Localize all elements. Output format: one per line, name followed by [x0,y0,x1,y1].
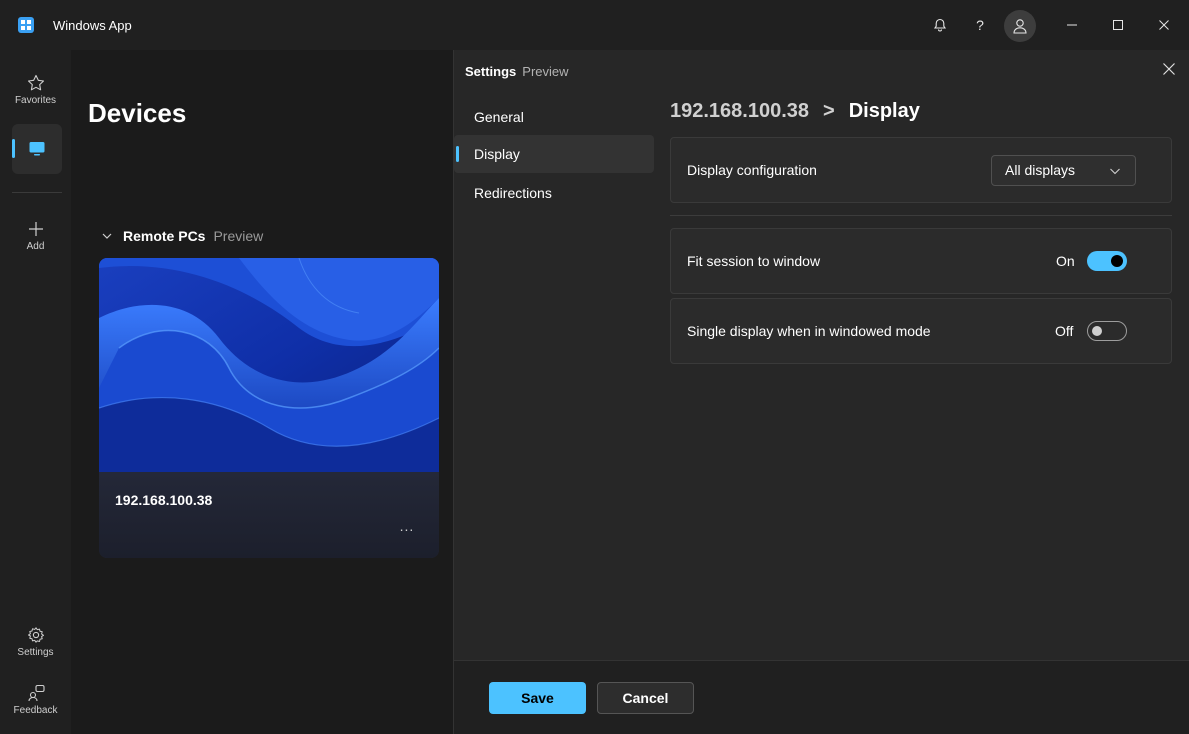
breadcrumb-parent[interactable]: 192.168.100.38 [670,100,809,123]
app-title: Windows App [53,18,132,33]
fit-session-state: On [1056,253,1075,269]
settings-panel: Settings Preview General Display Redirect… [453,50,1189,734]
close-icon [1159,20,1169,30]
minimize-button[interactable] [1049,10,1095,40]
maximize-button[interactable] [1095,10,1141,40]
settings-title: Settings [465,64,517,79]
settings-footer: Save Cancel [454,660,1189,734]
rail-item-add[interactable]: Add [0,220,71,252]
rail-label-feedback: Feedback [13,705,58,716]
rail-item-devices[interactable] [12,124,62,174]
close-settings-button[interactable] [1162,62,1180,80]
fit-session-row: Fit session to window On [670,228,1172,294]
preview-badge: Preview [213,228,264,244]
display-configuration-label: Display configuration [687,162,817,178]
single-display-label: Single display when in windowed mode [687,323,931,339]
minimize-icon [1067,24,1077,26]
active-indicator [12,139,15,158]
section-title: Remote PCs [123,228,206,244]
gear-icon [27,627,44,643]
settings-preview-badge: Preview [522,64,569,79]
single-display-state: Off [1055,323,1074,339]
display-configuration-dropdown[interactable]: All displays [991,155,1136,186]
pc-thumbnail [99,258,439,472]
toggle-knob [1111,255,1123,267]
rail-item-favorites[interactable]: Favorites [0,74,71,106]
rail-item-settings[interactable]: Settings [0,626,71,658]
bell-icon[interactable] [928,12,952,38]
toggle-knob [1092,326,1102,336]
help-icon[interactable]: ? [968,12,992,38]
star-icon [27,74,44,91]
devices-panel: Devices Remote PCs Preview 192.168.100.3… [71,50,454,734]
display-configuration-row: Display configuration All displays [670,137,1172,203]
dropdown-value: All displays [1005,162,1076,178]
section-divider [670,215,1172,216]
settings-nav-general[interactable]: General [454,98,654,136]
account-avatar[interactable] [1004,10,1036,42]
chevron-down-icon [1110,168,1120,175]
title-bar: Windows App ? [0,0,1189,50]
windows-app-logo-icon [18,17,34,33]
single-display-toggle[interactable] [1087,321,1127,341]
rail-item-feedback[interactable]: Feedback [0,684,71,716]
navigation-rail: Favorites Add Settings Feedback [0,50,71,734]
user-icon [1013,19,1027,34]
fit-session-label: Fit session to window [687,253,821,269]
single-display-row: Single display when in windowed mode Off [670,298,1172,364]
rail-divider [12,192,62,193]
page-title: Devices [88,98,187,128]
breadcrumb: 192.168.100.38 > Display [670,100,920,123]
more-options-button[interactable]: ... [395,518,419,538]
monitor-icon [29,142,45,156]
pc-info: 192.168.100.38 ... [99,472,439,558]
settings-nav-redirections[interactable]: Redirections [454,174,654,212]
breadcrumb-current: Display [848,100,920,122]
fit-session-toggle[interactable] [1087,251,1127,271]
close-icon [1163,63,1175,75]
feedback-icon [27,684,45,702]
settings-nav-display[interactable]: Display [454,135,654,173]
breadcrumb-separator: > [823,100,835,122]
rail-label-favorites: Favorites [14,95,57,106]
pc-name: 192.168.100.38 [115,492,213,508]
cancel-button[interactable]: Cancel [597,682,694,714]
maximize-icon [1113,20,1123,30]
chevron-down-icon [102,233,112,239]
close-window-button[interactable] [1141,10,1187,40]
remote-pcs-section-header[interactable]: Remote PCs Preview [101,228,263,244]
plus-icon [28,222,43,236]
remote-pc-card[interactable]: 192.168.100.38 ... [99,258,439,558]
save-button[interactable]: Save [489,682,586,714]
rail-label-settings: Settings [17,647,54,658]
rail-label-add: Add [26,241,45,252]
settings-header: Settings Preview [465,64,569,79]
